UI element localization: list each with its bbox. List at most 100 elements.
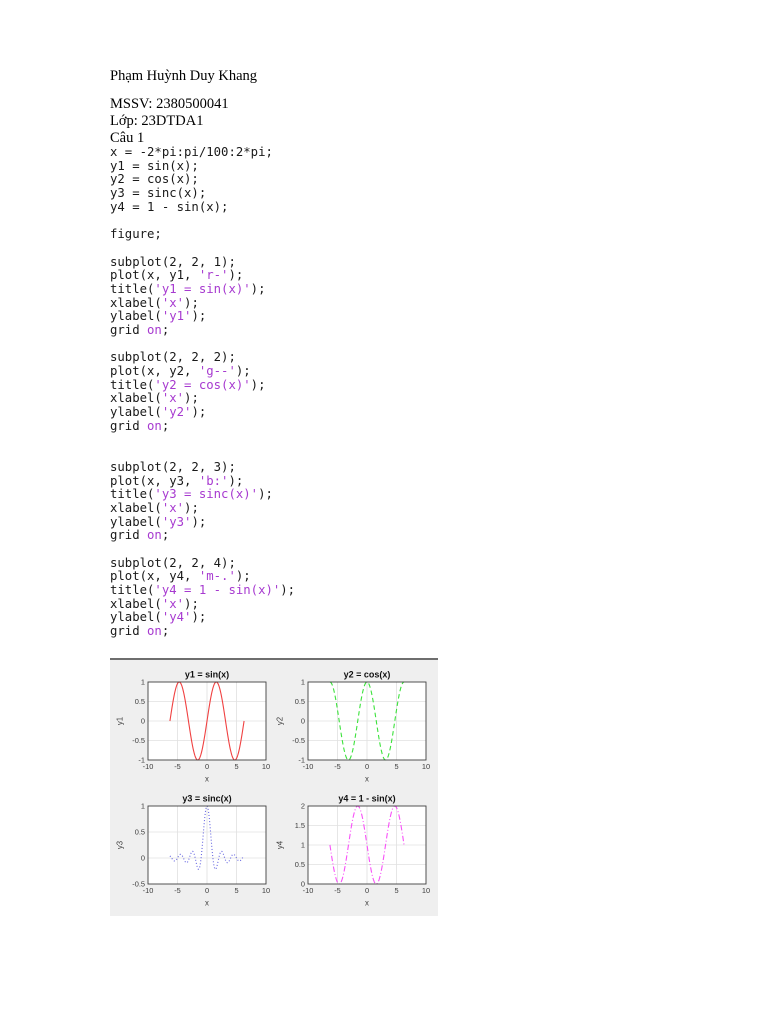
code-token: ); xyxy=(184,391,199,406)
code-token: grid xyxy=(110,322,148,337)
code-token: plot(x, y2, xyxy=(110,364,199,378)
code-token: xlabel( xyxy=(110,391,162,406)
code-line: grid on; xyxy=(110,418,295,434)
code-string: on xyxy=(147,528,162,543)
code-token: ); xyxy=(250,281,266,296)
x-axis-label: x xyxy=(205,899,209,908)
y-tick-label: -0.5 xyxy=(292,736,305,745)
matlab-code-block: x = -2*pi:pi/100:2*pi; y1 = sin(x); y2 = c… xyxy=(110,145,295,639)
y-axis-label: y1 xyxy=(116,717,125,725)
y-tick-label: 0.5 xyxy=(295,697,305,706)
code-string: 'm-.' xyxy=(198,569,236,584)
code-line: ylabel('y4'); xyxy=(110,611,295,625)
y-tick-label: 0.5 xyxy=(135,828,145,837)
code-token: ); xyxy=(235,569,251,584)
code-string: 'y4' xyxy=(161,610,192,625)
code-line: title('y1 = sin(x)'); xyxy=(110,281,295,297)
code-line: y2 = cos(x); xyxy=(110,173,295,187)
code-line: title('y2 = cos(x)'); xyxy=(110,377,295,393)
code-string: 'x' xyxy=(161,391,185,406)
matlab-figure: -10 -5 0 5 10 -1 -0.5 0 0.5 1 y1 = sin(x) x y1 -10 -5 0… xyxy=(110,658,438,916)
code-token: y3 = sinc(x); xyxy=(110,186,207,201)
chart-title: y1 = sin(x) xyxy=(185,670,229,680)
y-axis-label: y4 xyxy=(276,840,285,849)
subplot-4: -10 -5 0 5 10 0 0.5 1 1.5 2 y4 = 1 - sin(x) x y4 xyxy=(274,792,434,914)
x-tick-label: -5 xyxy=(174,762,181,771)
class-name: Lớp: 23DTDA1 xyxy=(110,113,204,129)
x-tick-label: 5 xyxy=(394,886,398,895)
code-token: subplot(2, 2, 4); xyxy=(110,555,236,570)
code-line: figure; xyxy=(110,227,295,242)
y-tick-label: 2 xyxy=(301,802,305,811)
y-tick-label: 1 xyxy=(141,678,145,687)
code-token: y1 = sin(x); xyxy=(110,158,199,173)
document-page: Phạm Huỳnh Duy Khang MSSV: 2380500041 Lớ… xyxy=(0,0,768,1024)
x-axis-label: x xyxy=(205,775,209,784)
code-line: title('y4 = 1 - sin(x)'); xyxy=(110,583,295,598)
y-tick-label: 1.5 xyxy=(295,821,305,830)
code-token: grid xyxy=(110,528,148,543)
code-token: y2 = cos(x); xyxy=(110,172,199,187)
code-token: subplot(2, 2, 3); xyxy=(110,459,236,474)
code-token: ); xyxy=(184,295,199,310)
code-token: ); xyxy=(191,309,207,324)
code-line: ylabel('y2'); xyxy=(110,405,295,420)
chart-title: y2 = cos(x) xyxy=(344,670,391,680)
code-line: x = -2*pi:pi/100:2*pi; xyxy=(110,145,295,160)
author-name: Phạm Huỳnh Duy Khang xyxy=(110,68,258,84)
code-line: subplot(2, 2, 4); xyxy=(110,555,295,571)
code-string: 'x' xyxy=(161,500,185,515)
code-line: title('y3 = sinc(x)'); xyxy=(110,487,295,502)
code-line: xlabel('x'); xyxy=(110,295,295,311)
y-tick-label: -1 xyxy=(298,756,305,765)
code-token: ); xyxy=(184,596,199,611)
code-token: figure; xyxy=(110,227,162,242)
code-token: ); xyxy=(250,377,266,392)
code-line: subplot(2, 2, 1); xyxy=(110,254,295,270)
code-line: xlabel('x'); xyxy=(110,392,295,406)
x-tick-label: 10 xyxy=(422,762,430,771)
subplot-2: -10 -5 0 5 10 -1 -0.5 0 0.5 1 y2 = cos(x) x y2 xyxy=(274,668,434,790)
code-line: subplot(2, 2, 3); xyxy=(110,459,295,475)
code-token: ); xyxy=(191,514,207,529)
code-string: 'b:' xyxy=(198,473,229,488)
y-tick-label: -0.5 xyxy=(132,880,145,889)
code-string: on xyxy=(147,624,162,639)
student-id: MSSV: 2380500041 xyxy=(110,96,229,112)
code-string: 'y3 = sinc(x)' xyxy=(154,487,259,502)
code-token: ); xyxy=(228,473,244,488)
code-string: 'y2' xyxy=(161,405,192,420)
y-tick-label: 0 xyxy=(301,880,305,889)
code-token: grid xyxy=(110,418,148,433)
y-tick-label: 1 xyxy=(301,841,305,850)
code-line: ylabel('y3'); xyxy=(110,514,295,530)
y-tick-label: 0.5 xyxy=(135,697,145,706)
code-token: ; xyxy=(161,322,170,337)
code-token: subplot(2, 2, 2); xyxy=(110,350,236,365)
code-token: grid xyxy=(110,624,148,639)
code-token: ); xyxy=(235,364,251,378)
code-line: plot(x, y3, 'b:'); xyxy=(110,473,295,489)
subplot-chart-svg: -10 -5 0 5 10-1-0.500.51y1 = sin(x)xy1 xyxy=(116,670,271,784)
y-tick-label: 0 xyxy=(141,717,145,726)
code-token: ylabel( xyxy=(110,514,162,529)
code-token: ; xyxy=(161,624,170,639)
code-string: on xyxy=(147,418,162,433)
code-token: subplot(2, 2, 1); xyxy=(110,254,236,269)
code-token: x = -2*pi:pi/100:2*pi; xyxy=(110,145,273,159)
code-token: ; xyxy=(161,418,170,433)
x-tick-label: -5 xyxy=(334,762,341,771)
subplot-chart-svg: -10 -5 0 5 10-1-0.500.51y2 = cos(x)xy2 xyxy=(276,670,431,784)
code-token: plot(x, y3, xyxy=(110,473,199,488)
code-token: ); xyxy=(258,487,273,502)
code-token: xlabel( xyxy=(110,596,162,611)
code-token: title( xyxy=(110,281,155,296)
chart-title: y4 = 1 - sin(x) xyxy=(338,794,395,804)
code-string: on xyxy=(147,322,162,337)
x-tick-label: 0 xyxy=(365,886,369,895)
code-string: 'x' xyxy=(161,295,185,310)
y-tick-label: -1 xyxy=(138,756,145,765)
